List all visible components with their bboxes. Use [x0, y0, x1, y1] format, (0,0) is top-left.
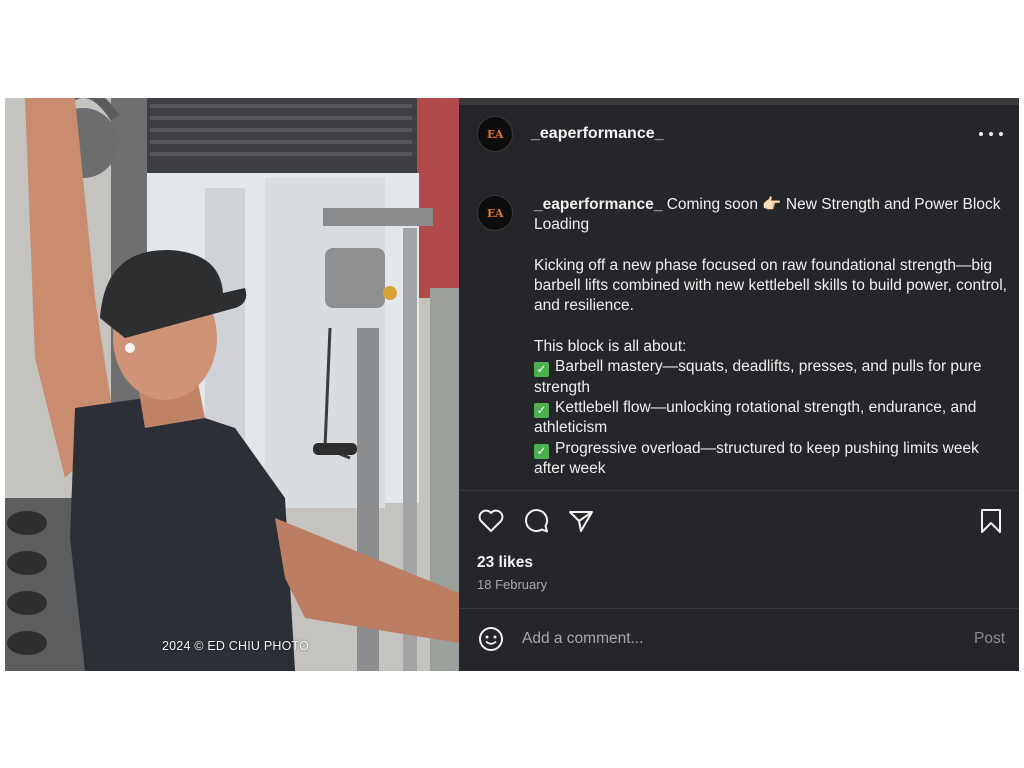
caption-paragraph: Kicking off a new phase focused on raw f…: [534, 256, 1007, 315]
comment-input[interactable]: [522, 630, 974, 648]
heart-icon: [478, 509, 504, 532]
comment-button[interactable]: [522, 507, 550, 535]
check-icon: ✓: [534, 443, 549, 459]
post-comment-button[interactable]: Post: [974, 630, 1005, 648]
emoji-icon: [479, 627, 503, 651]
post-modal: 2024 © ED CHIU PHOTO EA _eaperformance_ …: [5, 98, 1019, 671]
caption-first-line: _eaperformance_ Coming soon 👉🏻 New Stren…: [534, 195, 1010, 236]
post-photo: 2024 © ED CHIU PHOTO: [5, 98, 459, 671]
more-icon: [979, 132, 983, 136]
photo-watermark: 2024 © ED CHIU PHOTO: [162, 639, 310, 653]
divider: [459, 490, 1019, 491]
post-side-panel: EA _eaperformance_ EA _eaperformance_ Co…: [459, 98, 1019, 671]
share-button[interactable]: [567, 507, 595, 535]
caption-avatar-logo: EA: [487, 206, 503, 220]
post-actions: [477, 506, 1005, 536]
more-options-button[interactable]: [979, 125, 1003, 143]
caption-avatar[interactable]: EA: [477, 195, 513, 231]
caption-intro: This block is all about:: [534, 338, 687, 356]
post-header: EA _eaperformance_: [459, 105, 1019, 163]
caption-username[interactable]: _eaperformance_: [534, 196, 662, 213]
caption-bullet: ✓ Progressive overload—structured to keep…: [534, 439, 979, 477]
athlete-photo-illustration: [5, 98, 459, 671]
avatar-logo: EA: [487, 127, 503, 141]
caption-bullet: ✓ Barbell mastery—squats, deadlifts, pres…: [534, 358, 982, 396]
comment-icon: [525, 509, 549, 533]
caption-text: _eaperformance_ Coming soon 👉🏻 New Stren…: [534, 195, 1010, 487]
post-date: 18 February: [477, 577, 548, 592]
check-icon: ✓: [534, 402, 549, 418]
bookmark-icon: [981, 509, 1001, 533]
like-button[interactable]: [477, 507, 505, 535]
header-username[interactable]: _eaperformance_: [531, 125, 664, 143]
comment-row: Post: [477, 623, 1005, 655]
background-strip: [459, 98, 1019, 105]
caption-area: EA _eaperformance_ Coming soon 👉🏻 New St…: [477, 195, 1012, 487]
avatar[interactable]: EA: [477, 116, 513, 152]
share-icon: [569, 511, 593, 532]
check-icon: ✓: [534, 362, 549, 378]
divider: [459, 608, 1019, 609]
caption-bullet: ✓ Kettlebell flow—unlocking rotational st…: [534, 398, 977, 437]
likes-count[interactable]: 23 likes: [477, 554, 533, 572]
emoji-button[interactable]: [477, 625, 505, 653]
save-button[interactable]: [977, 507, 1005, 535]
